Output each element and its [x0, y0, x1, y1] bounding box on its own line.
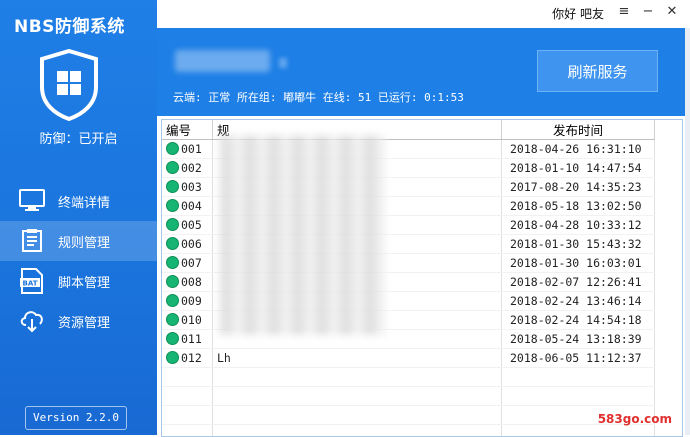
empty-cell	[162, 368, 213, 387]
publish-time-cell: 2018-01-10 14:47:54	[502, 159, 655, 178]
redacted-username	[175, 50, 270, 72]
rule-status-icon	[166, 332, 179, 345]
row-number: 006	[181, 237, 202, 251]
row-number: 010	[181, 313, 202, 327]
row-number: 009	[181, 294, 202, 308]
defense-status: 防御：已开启	[0, 128, 157, 147]
rule-status-icon	[166, 142, 179, 155]
publish-time-cell: 2018-05-24 13:18:39	[502, 330, 655, 349]
row-number-cell: 007	[162, 254, 213, 273]
rule-status-icon	[166, 199, 179, 212]
rules-icon	[18, 227, 46, 255]
status-line: 云端: 正常 所在组: 嘟嘟牛 在线: 51 已运行: 0:1:53	[173, 89, 464, 105]
sidebar-item-terminal-details[interactable]: 终端详情	[0, 181, 157, 221]
row-number: 003	[181, 180, 202, 194]
row-number-cell: 009	[162, 292, 213, 311]
sidebar-item-label: 脚本管理	[58, 272, 110, 291]
empty-cell	[502, 425, 655, 437]
row-number-cell: 003	[162, 178, 213, 197]
redacted-rule-names	[220, 135, 385, 335]
column-header-number[interactable]: 编号	[162, 120, 213, 140]
menu-icon[interactable]: ≡	[615, 3, 633, 21]
publish-time-cell: 2018-01-30 16:03:01	[502, 254, 655, 273]
empty-cell	[162, 387, 213, 406]
rule-status-icon	[166, 294, 179, 307]
row-number-cell: 005	[162, 216, 213, 235]
publish-time-cell: 2018-04-26 16:31:10	[502, 140, 655, 159]
row-number: 007	[181, 256, 202, 270]
user-greeting[interactable]: 你好 吧友	[552, 5, 604, 22]
row-number-cell: 010	[162, 311, 213, 330]
row-number-cell: 004	[162, 197, 213, 216]
rule-status-icon	[166, 161, 179, 174]
row-number-cell: 012	[162, 349, 213, 368]
row-number-cell: 006	[162, 235, 213, 254]
publish-time-cell: 2018-04-28 10:33:12	[502, 216, 655, 235]
redacted-username-tail	[279, 58, 287, 68]
empty-row	[162, 406, 655, 425]
empty-cell	[162, 425, 213, 437]
version-label: Version 2.2.0	[25, 406, 127, 430]
row-number-cell: 008	[162, 273, 213, 292]
publish-time-cell: 2018-02-24 14:54:18	[502, 311, 655, 330]
rule-status-icon	[166, 275, 179, 288]
rule-name-cell: Lh	[213, 349, 502, 368]
rule-status-icon	[166, 313, 179, 326]
publish-time-cell: 2018-02-24 13:46:14	[502, 292, 655, 311]
title-bar: 你好 吧友 ≡ − ✕	[157, 0, 690, 28]
bat-script-icon: BAT	[18, 267, 46, 295]
sidebar: NBS防御系统 防御：已开启 终端详情 规则管理 BAT 脚本管理	[0, 0, 157, 435]
row-number: 001	[181, 142, 202, 156]
empty-cell	[213, 368, 502, 387]
sidebar-item-script-management[interactable]: BAT 脚本管理	[0, 261, 157, 301]
refresh-service-button[interactable]: 刷新服务	[537, 50, 658, 92]
row-number: 011	[181, 332, 202, 346]
empty-row	[162, 425, 655, 437]
publish-time-cell: 2018-01-30 15:43:32	[502, 235, 655, 254]
empty-cell	[502, 387, 655, 406]
row-number-cell: 001	[162, 140, 213, 159]
empty-cell	[213, 425, 502, 437]
svg-text:BAT: BAT	[23, 280, 38, 288]
empty-cell	[162, 406, 213, 425]
row-number: 012	[181, 351, 202, 365]
empty-cell	[213, 406, 502, 425]
sidebar-item-rule-management[interactable]: 规则管理	[0, 221, 157, 261]
rule-status-icon	[166, 218, 179, 231]
rule-status-icon	[166, 237, 179, 250]
window-edge	[685, 28, 690, 435]
row-number: 005	[181, 218, 202, 232]
column-header-publish-time[interactable]: 发布时间	[502, 120, 655, 140]
rule-status-icon	[166, 180, 179, 193]
empty-row	[162, 368, 655, 387]
shield-windows-icon	[39, 49, 99, 121]
cloud-download-icon	[18, 307, 46, 335]
sidebar-item-label: 规则管理	[58, 232, 110, 251]
empty-row	[162, 387, 655, 406]
sidebar-item-label: 资源管理	[58, 312, 110, 331]
status-header: 云端: 正常 所在组: 嘟嘟牛 在线: 51 已运行: 0:1:53 刷新服务	[157, 28, 685, 116]
row-number-cell: 011	[162, 330, 213, 349]
publish-time-cell: 2018-02-07 12:26:41	[502, 273, 655, 292]
row-number: 004	[181, 199, 202, 213]
sidebar-nav: 终端详情 规则管理 BAT 脚本管理 资源管理	[0, 181, 157, 341]
sidebar-item-label: 终端详情	[58, 192, 110, 211]
minimize-icon[interactable]: −	[639, 3, 657, 21]
empty-cell	[213, 387, 502, 406]
app-title: NBS防御系统	[14, 12, 125, 37]
empty-cell	[502, 368, 655, 387]
publish-time-cell: 2018-05-18 13:02:50	[502, 197, 655, 216]
row-number-cell: 002	[162, 159, 213, 178]
sidebar-item-resource-management[interactable]: 资源管理	[0, 301, 157, 341]
monitor-icon	[18, 187, 46, 215]
watermark: 583go.com	[598, 412, 672, 426]
close-icon[interactable]: ✕	[663, 3, 681, 21]
row-number: 002	[181, 161, 202, 175]
row-number: 008	[181, 275, 202, 289]
table-row[interactable]: 012 Lh2018-06-05 11:12:37	[162, 349, 655, 368]
publish-time-cell: 2018-06-05 11:12:37	[502, 349, 655, 368]
rule-status-icon	[166, 351, 179, 364]
rule-status-icon	[166, 256, 179, 269]
publish-time-cell: 2017-08-20 14:35:23	[502, 178, 655, 197]
